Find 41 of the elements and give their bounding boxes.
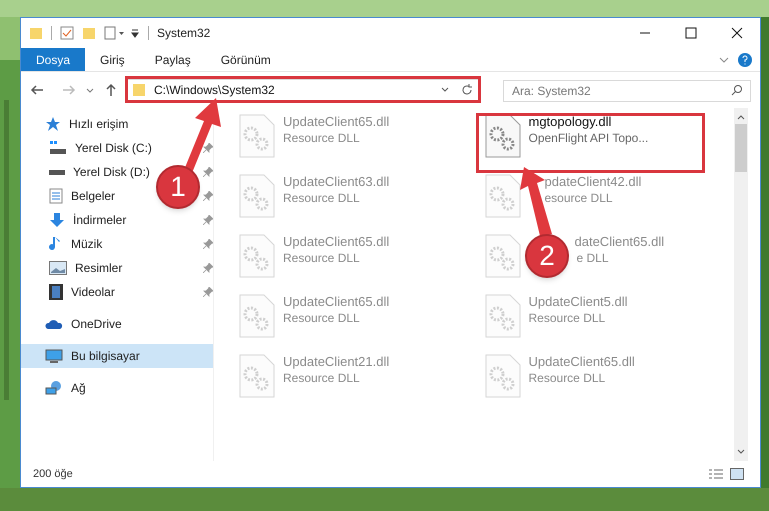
file-description: Resource DLL [283,130,361,146]
item-count: 200 öğe [33,466,73,482]
file-name[interactable]: mgtopology.dll [528,114,648,130]
ribbon-tab[interactable]: Görünüm [206,48,286,71]
nav-label: Bu bilgisayar [71,348,140,365]
nav-item[interactable]: Bu bilgisayar [21,344,213,368]
nav-item[interactable]: Resimler [49,256,122,280]
nav-label: İndirmeler [73,212,126,229]
nav-item[interactable]: Belgeler [49,184,116,208]
file-description: e DLL [576,250,610,266]
nav-label: Ağ [71,380,86,397]
file-description: Resource DLL [283,370,361,386]
address-path: C:\Windows\System32 [154,82,275,99]
window-title: System32 [157,25,210,42]
file-description: esource DLL [544,190,614,206]
nav-label: Belgeler [71,188,116,205]
file-description: Resource DLL [528,370,606,386]
nav-label: Hızlı erişim [69,116,128,133]
search-field[interactable]: Ara: System32 [503,80,751,102]
file-description: Resource DLL [283,190,361,206]
ribbon-tab[interactable]: Giriş [85,48,140,71]
nav-item[interactable]: Videolar [49,280,115,304]
nav-item[interactable]: İndirmeler [49,208,126,232]
nav-label: Müzik [71,236,102,253]
nav-item[interactable]: Hızlı erişim [45,112,128,136]
nav-label: OneDrive [71,316,122,333]
nav-item[interactable]: Yerel Disk (D:) [49,160,150,184]
nav-label: Resimler [75,260,122,277]
ribbon-tab[interactable]: Paylaş [140,48,206,71]
nav-label: Yerel Disk (D:) [73,164,150,181]
file-description: Resource DLL [528,310,606,326]
nav-item[interactable]: OneDrive [45,312,122,336]
file-description: Resource DLL [283,310,361,326]
ribbon-tab[interactable]: Dosya [21,48,86,71]
file-description: OpenFlight API Topo... [528,130,648,146]
nav-item[interactable]: Yerel Disk (C:) [49,136,152,160]
nav-label: Yerel Disk (C:) [75,140,152,157]
nav-label: Videolar [71,284,115,301]
file-description: Resource DLL [283,250,361,266]
nav-item[interactable]: Ağ [45,376,86,400]
nav-item[interactable]: Müzik [49,232,102,256]
